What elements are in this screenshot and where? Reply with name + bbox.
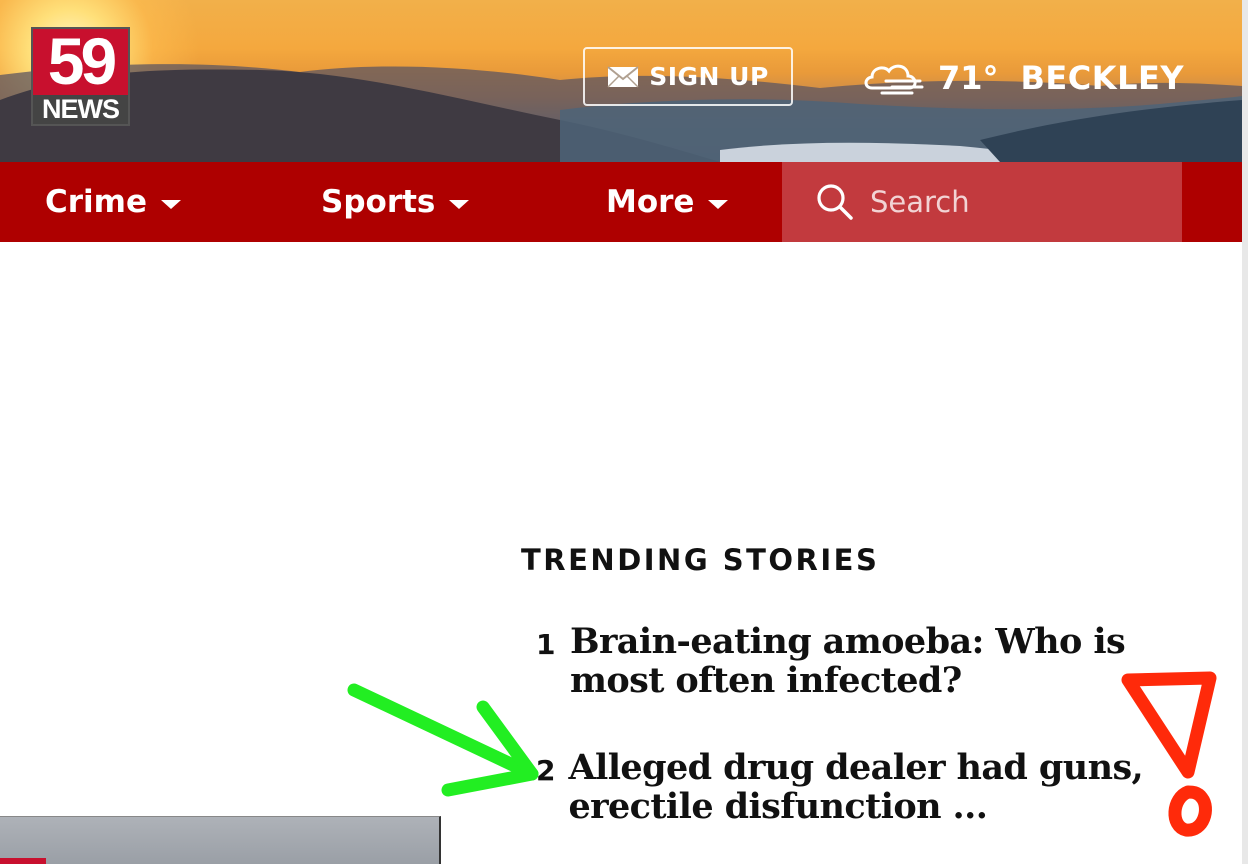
nav-item-label: Crime bbox=[45, 184, 147, 220]
nav-item-crime[interactable]: Crime bbox=[45, 162, 181, 242]
weather-temperature: 71° bbox=[938, 59, 999, 97]
trending-story[interactable]: 2 Alleged drug dealer had guns, erectile… bbox=[536, 748, 1196, 826]
weather-widget[interactable]: 71° BECKLEY bbox=[862, 56, 1184, 100]
search-bar[interactable] bbox=[782, 162, 1182, 242]
trending-stories-heading: TRENDING STORIES bbox=[521, 543, 880, 577]
logo-word: NEWS bbox=[33, 95, 128, 124]
story-headline[interactable]: Alleged drug dealer had guns, erectile d… bbox=[568, 748, 1196, 826]
sign-up-button[interactable]: SIGN UP bbox=[583, 47, 793, 106]
chevron-down-icon bbox=[161, 199, 181, 209]
header-banner: 59 NEWS SIGN UP 71° BECKLEY bbox=[0, 0, 1242, 162]
logo-number: 59 bbox=[47, 27, 117, 98]
search-input[interactable] bbox=[870, 185, 1170, 219]
thumbnail-tag bbox=[0, 858, 46, 864]
story-rank: 1 bbox=[536, 628, 556, 661]
trending-story[interactable]: 1 Brain-eating amoeba: Who is most often… bbox=[536, 622, 1196, 700]
chevron-down-icon bbox=[708, 199, 729, 209]
chevron-down-icon bbox=[449, 199, 470, 209]
windy-cloud-icon bbox=[864, 64, 924, 95]
site-logo[interactable]: 59 NEWS bbox=[31, 27, 130, 126]
main-nav: Crime Sports More bbox=[0, 162, 1242, 242]
scrollbar-track[interactable] bbox=[1242, 0, 1248, 864]
search-icon[interactable] bbox=[816, 183, 854, 221]
story-rank: 2 bbox=[536, 754, 556, 787]
story-thumbnail[interactable] bbox=[0, 816, 441, 864]
nav-item-label: Sports bbox=[321, 184, 436, 220]
nav-item-more[interactable]: More bbox=[606, 162, 729, 242]
nav-item-sports[interactable]: Sports bbox=[321, 162, 470, 242]
nav-item-label: More bbox=[606, 184, 695, 220]
weather-city: BECKLEY bbox=[1020, 59, 1184, 97]
sign-up-label: SIGN UP bbox=[649, 62, 769, 91]
story-headline[interactable]: Brain-eating amoeba: Who is most often i… bbox=[570, 622, 1196, 700]
green-arrow-icon bbox=[347, 683, 539, 797]
envelope-icon bbox=[607, 65, 639, 88]
